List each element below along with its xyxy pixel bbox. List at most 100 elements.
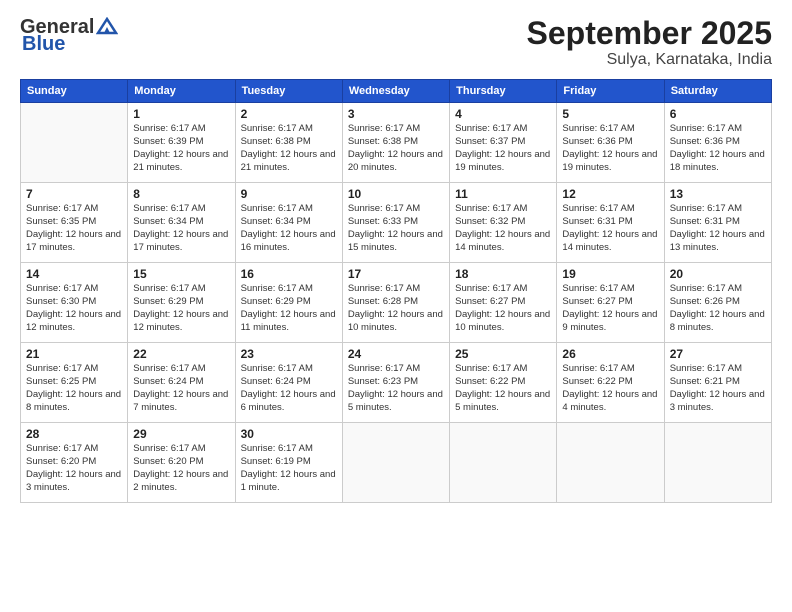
day-info: Sunrise: 6:17 AM Sunset: 6:24 PM Dayligh… xyxy=(241,363,337,414)
table-row: 13 Sunrise: 6:17 AM Sunset: 6:31 PM Dayl… xyxy=(664,183,771,263)
sunrise-text: Sunrise: 6:17 AM xyxy=(455,363,527,374)
logo-blue: Blue xyxy=(22,33,65,56)
sunrise-text: Sunrise: 6:17 AM xyxy=(133,123,205,134)
day-info: Sunrise: 6:17 AM Sunset: 6:32 PM Dayligh… xyxy=(455,203,551,254)
sunrise-text: Sunrise: 6:17 AM xyxy=(670,123,742,134)
day-number: 11 xyxy=(455,187,551,201)
col-sunday: Sunday xyxy=(21,80,128,103)
sunset-text: Sunset: 6:24 PM xyxy=(241,376,311,387)
sunrise-text: Sunrise: 6:17 AM xyxy=(26,443,98,454)
day-number: 18 xyxy=(455,267,551,281)
day-number: 1 xyxy=(133,107,229,121)
sunrise-text: Sunrise: 6:17 AM xyxy=(241,443,313,454)
sunrise-text: Sunrise: 6:17 AM xyxy=(348,123,420,134)
table-row: 14 Sunrise: 6:17 AM Sunset: 6:30 PM Dayl… xyxy=(21,263,128,343)
table-row: 7 Sunrise: 6:17 AM Sunset: 6:35 PM Dayli… xyxy=(21,183,128,263)
table-row: 19 Sunrise: 6:17 AM Sunset: 6:27 PM Dayl… xyxy=(557,263,664,343)
table-row: 23 Sunrise: 6:17 AM Sunset: 6:24 PM Dayl… xyxy=(235,343,342,423)
sunset-text: Sunset: 6:20 PM xyxy=(26,456,96,467)
calendar-table: Sunday Monday Tuesday Wednesday Thursday… xyxy=(20,79,772,503)
day-info: Sunrise: 6:17 AM Sunset: 6:34 PM Dayligh… xyxy=(133,203,229,254)
daylight-text: Daylight: 12 hours and 17 minutes. xyxy=(26,229,121,253)
day-info: Sunrise: 6:17 AM Sunset: 6:34 PM Dayligh… xyxy=(241,203,337,254)
calendar-header-row: Sunday Monday Tuesday Wednesday Thursday… xyxy=(21,80,772,103)
sunrise-text: Sunrise: 6:17 AM xyxy=(670,363,742,374)
sunrise-text: Sunrise: 6:17 AM xyxy=(670,203,742,214)
sunset-text: Sunset: 6:33 PM xyxy=(348,216,418,227)
calendar-subtitle: Sulya, Karnataka, India xyxy=(527,51,772,69)
sunset-text: Sunset: 6:25 PM xyxy=(26,376,96,387)
table-row: 17 Sunrise: 6:17 AM Sunset: 6:28 PM Dayl… xyxy=(342,263,449,343)
sunrise-text: Sunrise: 6:17 AM xyxy=(26,203,98,214)
col-monday: Monday xyxy=(128,80,235,103)
day-number: 4 xyxy=(455,107,551,121)
daylight-text: Daylight: 12 hours and 19 minutes. xyxy=(455,149,550,173)
col-tuesday: Tuesday xyxy=(235,80,342,103)
day-number: 5 xyxy=(562,107,658,121)
sunset-text: Sunset: 6:29 PM xyxy=(133,296,203,307)
day-number: 22 xyxy=(133,347,229,361)
sunset-text: Sunset: 6:23 PM xyxy=(348,376,418,387)
sunset-text: Sunset: 6:39 PM xyxy=(133,136,203,147)
day-number: 27 xyxy=(670,347,766,361)
day-info: Sunrise: 6:17 AM Sunset: 6:27 PM Dayligh… xyxy=(455,283,551,334)
table-row: 3 Sunrise: 6:17 AM Sunset: 6:38 PM Dayli… xyxy=(342,103,449,183)
table-row: 5 Sunrise: 6:17 AM Sunset: 6:36 PM Dayli… xyxy=(557,103,664,183)
sunrise-text: Sunrise: 6:17 AM xyxy=(562,283,634,294)
sunset-text: Sunset: 6:38 PM xyxy=(241,136,311,147)
sunrise-text: Sunrise: 6:17 AM xyxy=(670,283,742,294)
day-number: 13 xyxy=(670,187,766,201)
table-row xyxy=(21,103,128,183)
day-info: Sunrise: 6:17 AM Sunset: 6:31 PM Dayligh… xyxy=(670,203,766,254)
table-row xyxy=(557,423,664,503)
sunrise-text: Sunrise: 6:17 AM xyxy=(241,283,313,294)
daylight-text: Daylight: 12 hours and 1 minute. xyxy=(241,469,336,493)
sunrise-text: Sunrise: 6:17 AM xyxy=(455,203,527,214)
day-info: Sunrise: 6:17 AM Sunset: 6:38 PM Dayligh… xyxy=(348,123,444,174)
sunset-text: Sunset: 6:34 PM xyxy=(133,216,203,227)
day-number: 7 xyxy=(26,187,122,201)
day-number: 17 xyxy=(348,267,444,281)
sunset-text: Sunset: 6:36 PM xyxy=(562,136,632,147)
daylight-text: Daylight: 12 hours and 2 minutes. xyxy=(133,469,228,493)
daylight-text: Daylight: 12 hours and 14 minutes. xyxy=(562,229,657,253)
sunset-text: Sunset: 6:37 PM xyxy=(455,136,525,147)
day-number: 25 xyxy=(455,347,551,361)
day-info: Sunrise: 6:17 AM Sunset: 6:37 PM Dayligh… xyxy=(455,123,551,174)
sunset-text: Sunset: 6:26 PM xyxy=(670,296,740,307)
sunset-text: Sunset: 6:21 PM xyxy=(670,376,740,387)
day-info: Sunrise: 6:17 AM Sunset: 6:23 PM Dayligh… xyxy=(348,363,444,414)
daylight-text: Daylight: 12 hours and 19 minutes. xyxy=(562,149,657,173)
day-info: Sunrise: 6:17 AM Sunset: 6:38 PM Dayligh… xyxy=(241,123,337,174)
day-number: 20 xyxy=(670,267,766,281)
sunset-text: Sunset: 6:29 PM xyxy=(241,296,311,307)
day-info: Sunrise: 6:17 AM Sunset: 6:36 PM Dayligh… xyxy=(562,123,658,174)
day-info: Sunrise: 6:17 AM Sunset: 6:29 PM Dayligh… xyxy=(241,283,337,334)
sunrise-text: Sunrise: 6:17 AM xyxy=(562,123,634,134)
table-row: 24 Sunrise: 6:17 AM Sunset: 6:23 PM Dayl… xyxy=(342,343,449,423)
day-info: Sunrise: 6:17 AM Sunset: 6:22 PM Dayligh… xyxy=(455,363,551,414)
sunset-text: Sunset: 6:32 PM xyxy=(455,216,525,227)
sunrise-text: Sunrise: 6:17 AM xyxy=(562,203,634,214)
sunrise-text: Sunrise: 6:17 AM xyxy=(133,363,205,374)
table-row: 27 Sunrise: 6:17 AM Sunset: 6:21 PM Dayl… xyxy=(664,343,771,423)
sunset-text: Sunset: 6:28 PM xyxy=(348,296,418,307)
daylight-text: Daylight: 12 hours and 10 minutes. xyxy=(348,309,443,333)
day-number: 12 xyxy=(562,187,658,201)
sunrise-text: Sunrise: 6:17 AM xyxy=(133,283,205,294)
daylight-text: Daylight: 12 hours and 12 minutes. xyxy=(133,309,228,333)
daylight-text: Daylight: 12 hours and 21 minutes. xyxy=(133,149,228,173)
day-info: Sunrise: 6:17 AM Sunset: 6:25 PM Dayligh… xyxy=(26,363,122,414)
day-number: 19 xyxy=(562,267,658,281)
table-row: 15 Sunrise: 6:17 AM Sunset: 6:29 PM Dayl… xyxy=(128,263,235,343)
sunset-text: Sunset: 6:19 PM xyxy=(241,456,311,467)
sunset-text: Sunset: 6:35 PM xyxy=(26,216,96,227)
table-row xyxy=(664,423,771,503)
day-info: Sunrise: 6:17 AM Sunset: 6:30 PM Dayligh… xyxy=(26,283,122,334)
col-friday: Friday xyxy=(557,80,664,103)
logo: General Blue xyxy=(20,16,118,56)
table-row: 8 Sunrise: 6:17 AM Sunset: 6:34 PM Dayli… xyxy=(128,183,235,263)
daylight-text: Daylight: 12 hours and 14 minutes. xyxy=(455,229,550,253)
daylight-text: Daylight: 12 hours and 7 minutes. xyxy=(133,389,228,413)
table-row: 26 Sunrise: 6:17 AM Sunset: 6:22 PM Dayl… xyxy=(557,343,664,423)
